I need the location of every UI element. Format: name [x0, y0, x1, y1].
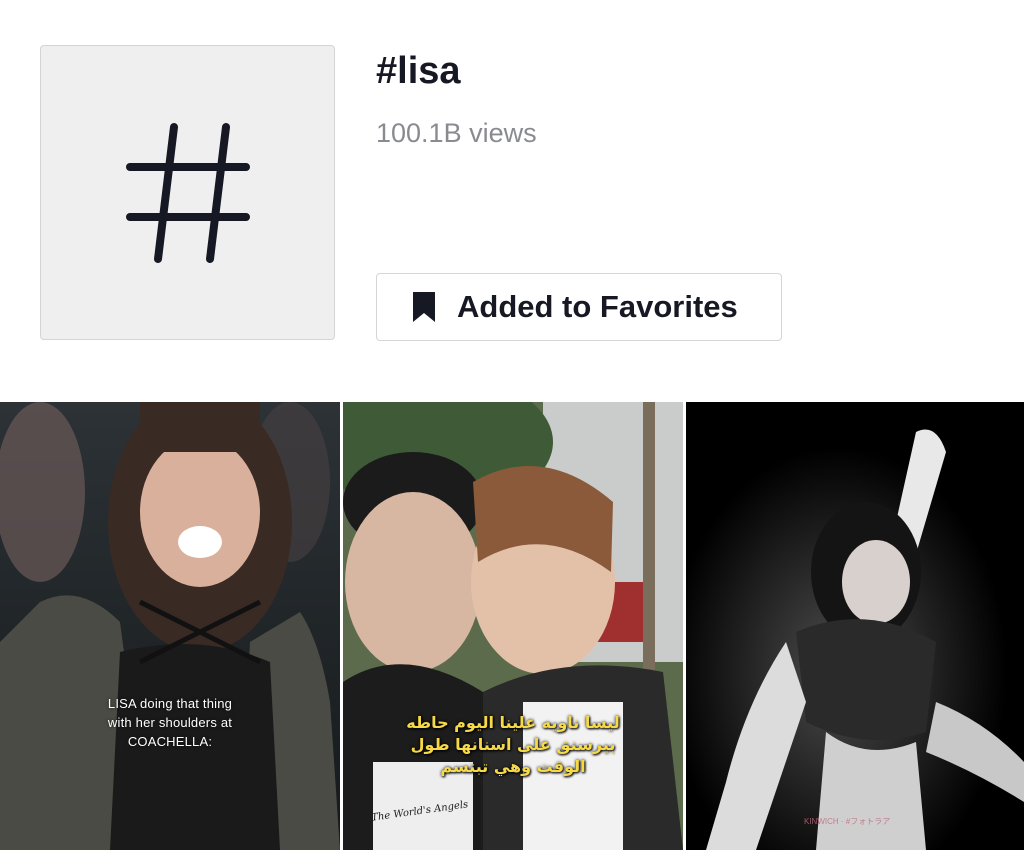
- video-tile-1[interactable]: LISA doing that thing with her shoulders…: [0, 402, 340, 850]
- video-thumbnail-1: [0, 402, 340, 850]
- favorites-label: Added to Favorites: [457, 289, 738, 324]
- hashtag-views: 100.1B views: [376, 118, 537, 148]
- added-to-favorites-button[interactable]: Added to Favorites: [376, 273, 782, 341]
- video-grid: LISA doing that thing with her shoulders…: [0, 402, 1024, 850]
- video-tile-2[interactable]: ليسا ناويه علينا اليوم حاطه بيرسنق على ا…: [343, 402, 683, 850]
- hash-icon: [125, 122, 250, 263]
- video-thumbnail-2: [343, 402, 683, 850]
- video-caption-2: ليسا ناويه علينا اليوم حاطه بيرسنق على ا…: [406, 713, 620, 776]
- video-thumbnail-3: [686, 402, 1024, 850]
- video-tile-3[interactable]: KINWICH · #フォトラア: [686, 402, 1024, 850]
- video-watermark-3: KINWICH · #フォトラア: [804, 817, 891, 826]
- hashtag-thumbnail: [40, 45, 335, 340]
- bookmark-icon: [413, 292, 435, 322]
- hashtag-title: #lisa: [376, 50, 461, 92]
- video-caption-1: LISA doing that thing with her shoulders…: [107, 696, 233, 749]
